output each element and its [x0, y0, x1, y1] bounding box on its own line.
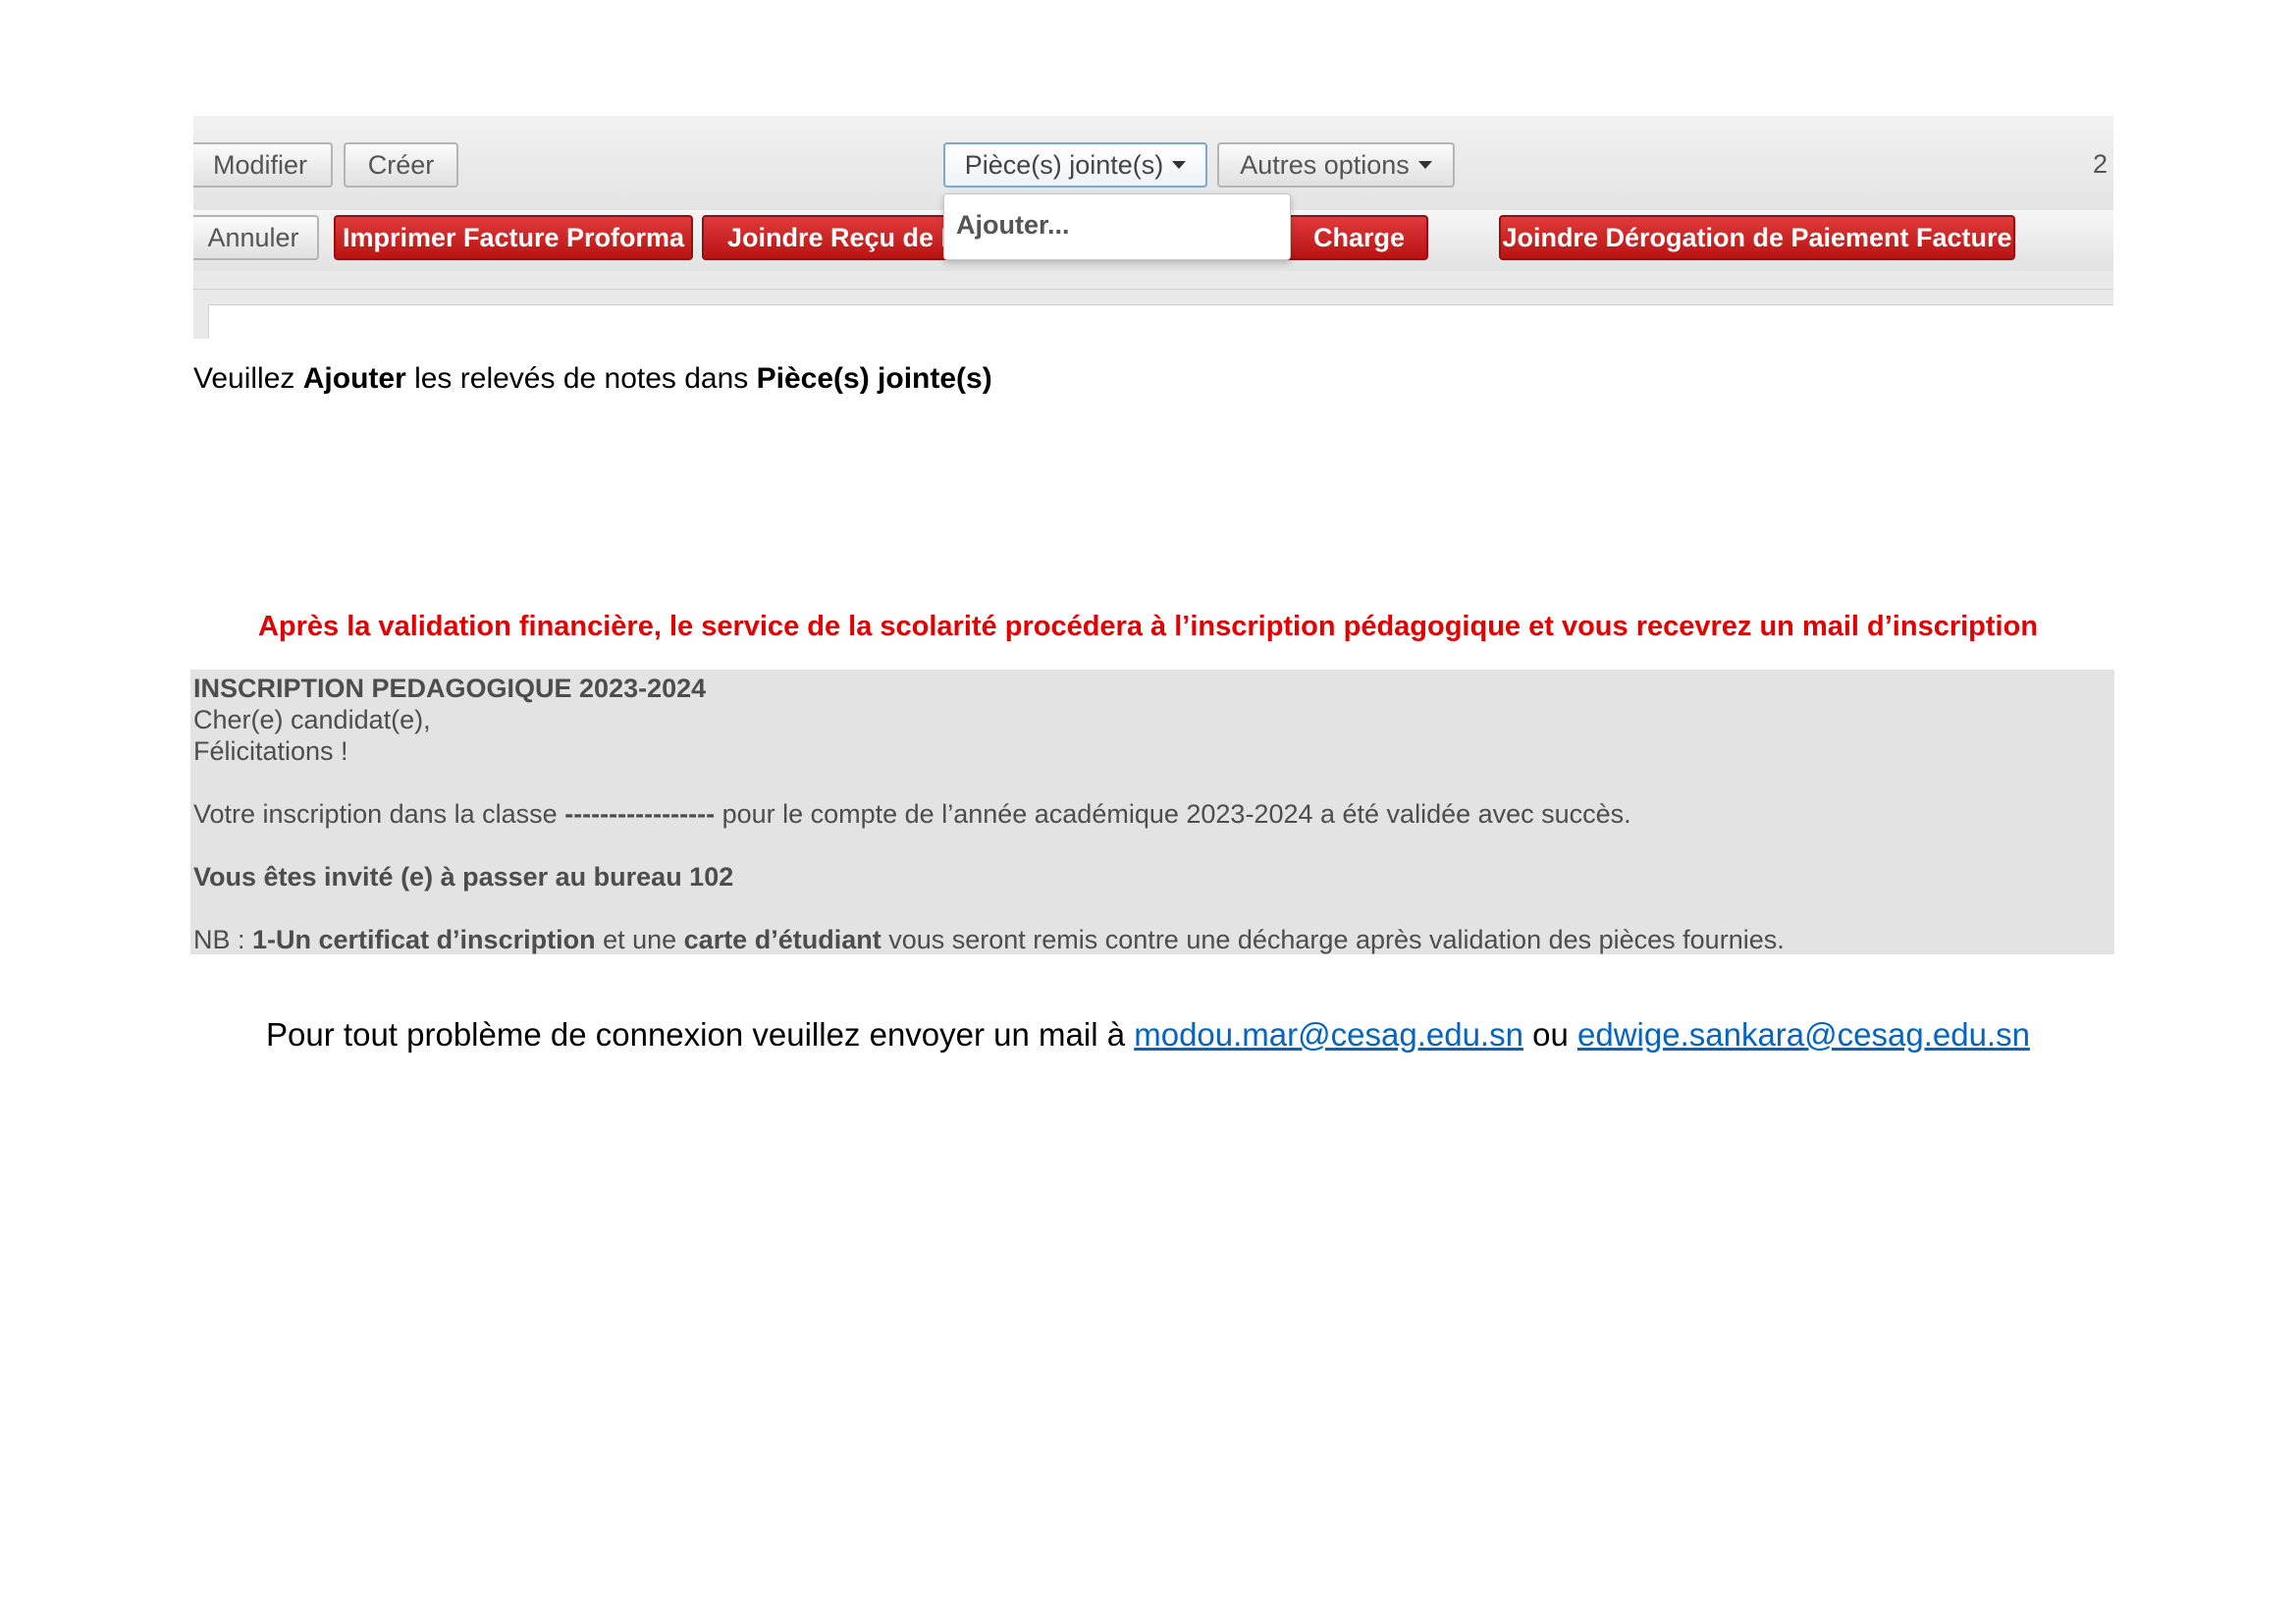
instruction-part: les relevés de notes dans — [405, 362, 757, 395]
mail-nb-line: NB : 1-Un certificat d’inscription et un… — [193, 925, 1785, 955]
toolbar-screenshot: Modifier Créer Pièce(s) jointe(s) Autres… — [193, 116, 2113, 339]
mail-invite: Vous êtes invité (e) à passer au bureau … — [193, 862, 734, 892]
email-link-edwige[interactable]: edwige.sankara@cesag.edu.sn — [1577, 1016, 2030, 1053]
mail-text: Votre inscription dans la classe — [193, 799, 565, 829]
date-fragment: 2 — [2093, 149, 2109, 179]
pieces-jointes-dropdown-button[interactable]: Pièce(s) jointe(s) — [943, 142, 1207, 188]
instruction-text: Veuillez Ajouter les relevés de notes da… — [193, 362, 992, 396]
mail-congrats: Félicitations ! — [193, 736, 348, 766]
mail-title: INSCRIPTION PEDAGOGIQUE 2023-2024 — [193, 674, 707, 703]
email-link-modou[interactable]: modou.mar@cesag.edu.sn — [1134, 1016, 1523, 1053]
mail-text: pour le compte de l’année académique 202… — [715, 799, 1631, 829]
caret-down-icon — [1417, 161, 1432, 169]
ajouter-menu-item[interactable]: Ajouter... — [956, 210, 1070, 241]
contact-footer: Pour tout problème de connexion veuillez… — [0, 1016, 2296, 1054]
creer-button[interactable]: Créer — [344, 142, 458, 188]
form-panel — [208, 304, 2113, 339]
mail-inscription-line: Votre inscription dans la classe -------… — [193, 799, 1631, 830]
annuler-button[interactable]: Annuler — [193, 215, 319, 260]
prise-en-charge-button[interactable]: Charge — [1281, 215, 1428, 260]
caret-down-icon — [1172, 161, 1187, 169]
pieces-jointes-dropdown-menu: Ajouter... — [943, 193, 1291, 260]
imprimer-facture-proforma-button[interactable]: Imprimer Facture Proforma — [334, 215, 693, 260]
instruction-bold-pieces: Pièce(s) jointe(s) — [756, 362, 992, 395]
instruction-part: Veuillez — [193, 362, 303, 395]
modifier-button[interactable]: Modifier — [193, 142, 333, 188]
inscription-email-sample: INSCRIPTION PEDAGOGIQUE 2023-2024 Cher(e… — [190, 670, 2114, 954]
mail-text: NB : — [193, 925, 253, 954]
footer-text: ou — [1522, 1016, 1577, 1053]
mail-text: vous seront remis contre une décharge ap… — [881, 925, 1785, 954]
mail-class-placeholder: ----------------- — [564, 799, 716, 829]
toolbar-divider — [193, 289, 2113, 290]
autres-options-label: Autres options — [1240, 149, 1410, 180]
financial-validation-note: Après la validation financière, le servi… — [257, 611, 2039, 642]
mail-greeting: Cher(e) candidat(e), — [193, 705, 431, 734]
mail-bold-certificat: 1-Un certificat d’inscription — [252, 925, 596, 954]
pieces-jointes-label: Pièce(s) jointe(s) — [964, 149, 1164, 180]
instruction-bold-ajouter: Ajouter — [302, 362, 406, 395]
footer-text: Pour tout problème de connexion veuillez… — [266, 1016, 1135, 1053]
mail-bold-carte: carte d’étudiant — [683, 925, 881, 954]
joindre-derogation-button[interactable]: Joindre Dérogation de Paiement Facture — [1499, 215, 2015, 260]
mail-text: et une — [595, 925, 684, 954]
autres-options-dropdown-button[interactable]: Autres options — [1217, 142, 1455, 188]
